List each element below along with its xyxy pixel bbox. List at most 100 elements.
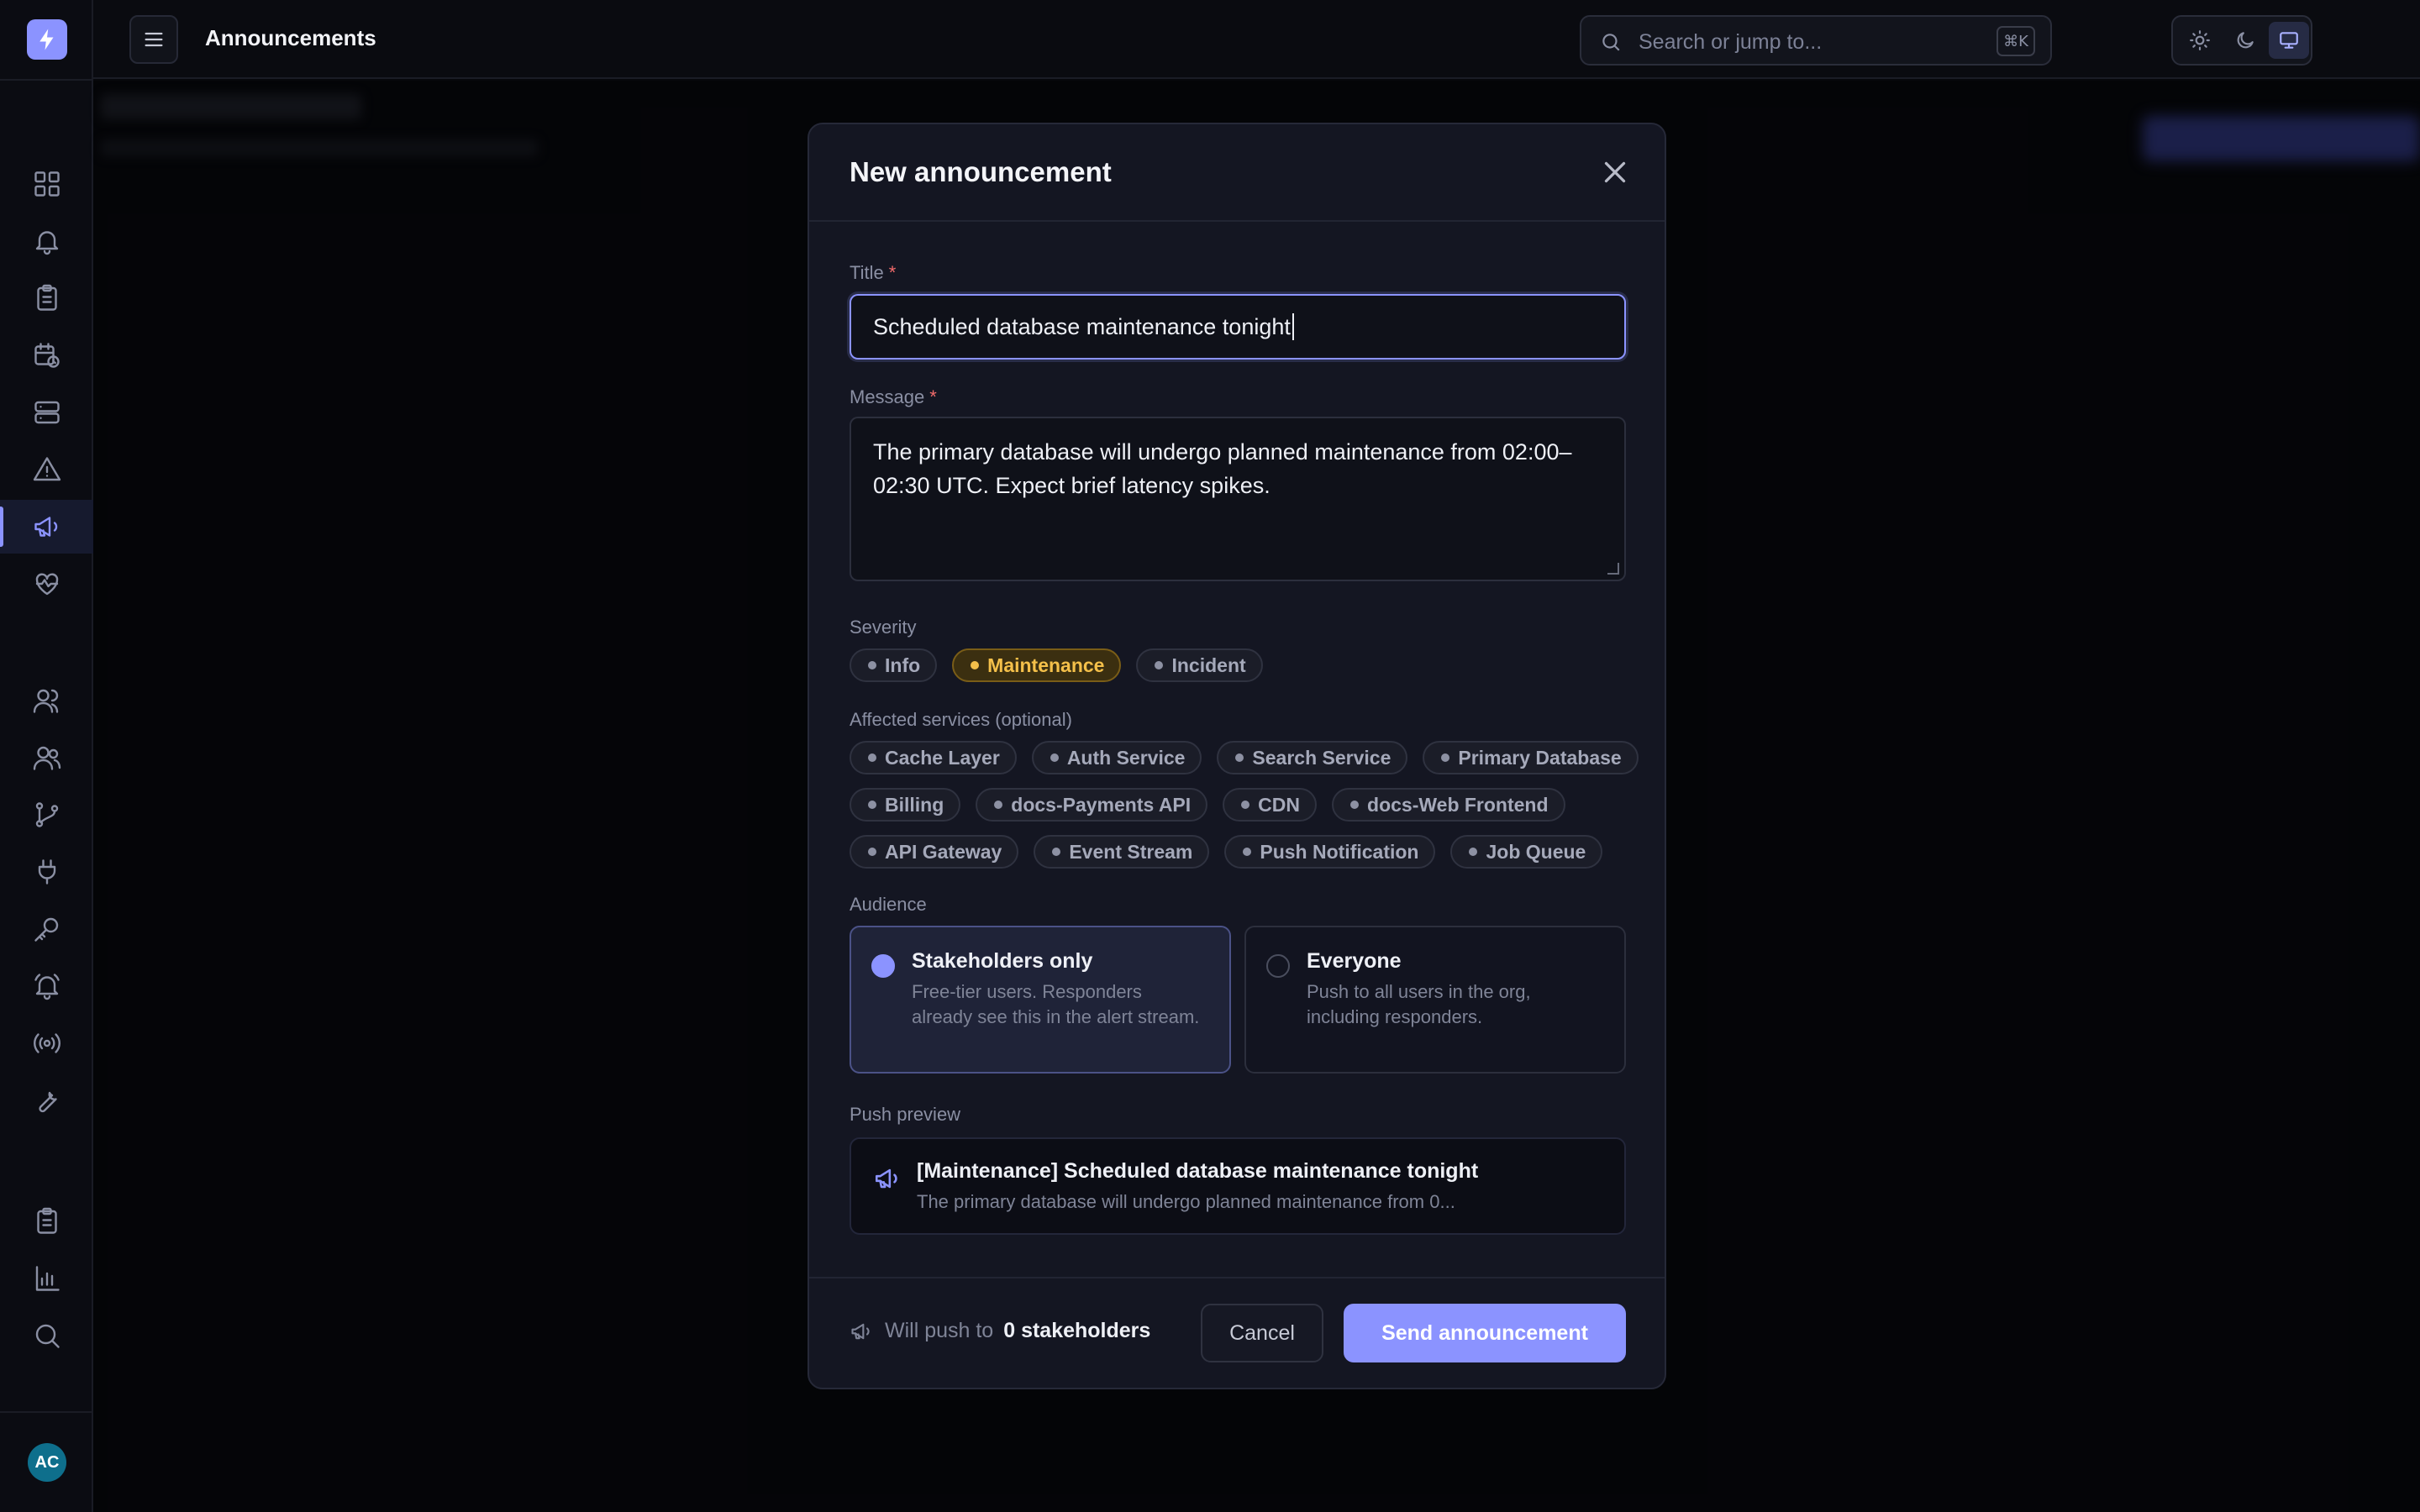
resize-handle[interactable] — [1607, 563, 1619, 575]
sidebar-item-health[interactable] — [0, 557, 93, 611]
service-chip[interactable]: Billing — [850, 788, 961, 822]
service-chip[interactable]: docs-Web Frontend — [1332, 788, 1565, 822]
radio-button[interactable] — [1266, 954, 1290, 978]
sidebar-divider — [0, 79, 93, 81]
topbar: Announcements Search or jump to... ⌘K AC — [93, 0, 2420, 79]
menu-button[interactable] — [129, 15, 178, 64]
audience-title: Stakeholders only — [912, 949, 1093, 973]
severity-chip-info[interactable]: Info — [850, 648, 938, 682]
services-row: API Gateway Event Stream Push Notificati… — [850, 835, 1603, 869]
title-label: Title * — [850, 262, 897, 283]
sidebar-item-services[interactable] — [0, 386, 93, 439]
git-branch-icon — [35, 802, 58, 827]
sidebar-divider — [0, 1411, 93, 1413]
clipboard-list-icon — [36, 1207, 57, 1234]
service-chip[interactable]: Job Queue — [1450, 835, 1603, 869]
push-summary: Will push to 0 stakeholders — [850, 1319, 1150, 1343]
broadcast-icon — [33, 1033, 60, 1053]
plug-icon — [38, 859, 55, 885]
system-theme-button[interactable] — [2269, 22, 2309, 59]
sidebar-item-schedules[interactable] — [0, 328, 93, 382]
modal-footer: Will push to 0 stakeholders Cancel Send … — [809, 1277, 1665, 1388]
modal-title: New announcement — [850, 156, 1112, 187]
service-chip[interactable]: CDN — [1223, 788, 1318, 822]
sidebar-avatar[interactable]: AC — [28, 1443, 66, 1482]
required-mark: * — [929, 386, 937, 407]
text-caret — [1292, 313, 1294, 340]
lightning-icon — [39, 29, 54, 50]
sidebar-item-status[interactable] — [0, 1016, 93, 1070]
cancel-button[interactable]: Cancel — [1201, 1304, 1323, 1362]
send-announcement-button[interactable]: Send announcement — [1344, 1304, 1626, 1362]
sidebar-item-dashboard[interactable] — [0, 157, 93, 211]
push-summary-prefix: Will push to — [885, 1319, 994, 1342]
search-icon — [35, 1324, 60, 1348]
audience-option-everyone[interactable]: Everyone Push to all users in the org, i… — [1244, 926, 1626, 1074]
sidebar-item-user[interactable] — [0, 674, 93, 727]
modal-header: New announcement — [809, 124, 1665, 222]
sidebar-item-api-keys[interactable] — [0, 902, 93, 956]
preview-body: The primary database will undergo planne… — [917, 1191, 1455, 1212]
service-chip[interactable]: docs-Payments API — [976, 788, 1208, 822]
warning-icon — [33, 457, 60, 481]
megaphone-icon — [875, 1168, 897, 1189]
page-title: Announcements — [205, 25, 376, 50]
sidebar-item-teams[interactable] — [0, 731, 93, 785]
sidebar-item-search[interactable] — [0, 1309, 93, 1362]
status-dot — [1050, 753, 1059, 762]
heart-pulse-icon — [35, 573, 58, 596]
light-theme-button[interactable] — [2180, 22, 2220, 59]
monitor-icon — [2280, 32, 2298, 49]
sidebar-item-workflows[interactable] — [0, 788, 93, 842]
hamburger-icon — [145, 32, 163, 47]
service-chip[interactable]: API Gateway — [850, 835, 1019, 869]
sidebar-item-reports[interactable] — [0, 1194, 93, 1248]
service-chip[interactable]: Primary Database — [1423, 741, 1639, 774]
services-label: Affected services (optional) — [850, 709, 1072, 730]
severity-chip-maintenance[interactable]: Maintenance — [952, 648, 1122, 682]
bell-ring-icon — [34, 974, 60, 1000]
services-row: Cache Layer Auth Service Search Service … — [850, 741, 1639, 774]
sidebar-item-tools[interactable] — [0, 1074, 93, 1127]
severity-options: Info Maintenance Incident — [850, 648, 1263, 682]
audience-option-stakeholders[interactable]: Stakeholders only Free-tier users. Respo… — [850, 926, 1231, 1074]
key-icon — [34, 917, 58, 942]
status-dot — [1052, 848, 1061, 856]
sidebar-item-announcements[interactable] — [0, 500, 93, 554]
service-chip[interactable]: Push Notification — [1224, 835, 1436, 869]
sidebar-item-tasks[interactable] — [0, 271, 93, 325]
megaphone-icon — [851, 1323, 870, 1339]
severity-label: Severity — [850, 617, 917, 638]
sidebar-item-alerts[interactable] — [0, 214, 93, 268]
audience-title: Everyone — [1307, 949, 1402, 973]
audience-description: Free-tier users. Responders already see … — [912, 981, 1200, 1027]
status-dot — [868, 661, 876, 669]
radio-button[interactable] — [871, 954, 895, 978]
message-textarea-value: The primary database will undergo planne… — [873, 439, 1572, 498]
sidebar: AC — [0, 0, 93, 1512]
push-preview: [Maintenance] Scheduled database mainten… — [850, 1137, 1626, 1235]
shortcut-badge: ⌘K — [1996, 26, 2035, 56]
sidebar-item-incidents[interactable] — [0, 443, 93, 496]
status-dot — [1441, 753, 1450, 762]
search-input[interactable]: Search or jump to... ⌘K — [1580, 15, 2052, 66]
sidebar-item-integrations[interactable] — [0, 845, 93, 899]
app-logo[interactable] — [27, 19, 67, 60]
moon-icon — [2237, 32, 2254, 49]
bar-chart-icon — [35, 1266, 60, 1291]
close-button[interactable] — [1594, 151, 1636, 193]
title-input[interactable]: Scheduled database maintenance tonight — [850, 294, 1626, 360]
message-textarea[interactable]: The primary database will undergo planne… — [850, 417, 1626, 581]
service-chip[interactable]: Event Stream — [1034, 835, 1210, 869]
service-chip[interactable]: Cache Layer — [850, 741, 1017, 774]
sun-icon — [2190, 30, 2210, 50]
calendar-clock-icon — [34, 343, 60, 368]
dark-theme-button[interactable] — [2225, 22, 2265, 59]
severity-chip-incident[interactable]: Incident — [1136, 648, 1263, 682]
sidebar-item-analytics[interactable] — [0, 1252, 93, 1305]
users-icon — [33, 746, 60, 770]
sidebar-item-notifications[interactable] — [0, 959, 93, 1013]
service-chip[interactable]: Search Service — [1217, 741, 1408, 774]
close-icon — [1604, 161, 1626, 183]
service-chip[interactable]: Auth Service — [1031, 741, 1202, 774]
